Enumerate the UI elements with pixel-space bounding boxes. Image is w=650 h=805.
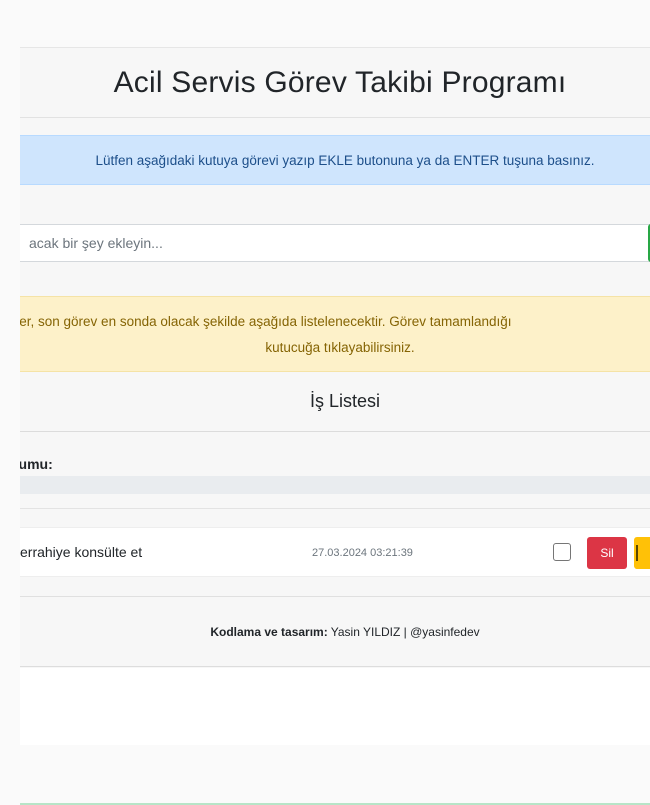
- warning-alert-line2: kutucuğa tıklayabilirsiniz.: [265, 340, 415, 355]
- footer-credit: Yasin YILDIZ | @yasinfedev: [330, 624, 480, 639]
- status-progress-bar: [20, 476, 650, 494]
- divider: [20, 508, 650, 509]
- page-title: Acil Servis Görev Takibi Programı: [113, 66, 567, 99]
- warning-alert: örevler, son görev en sonda olacak şekil…: [20, 296, 650, 372]
- task-text: i cerrahiye konsülte et: [20, 544, 143, 560]
- title-area: Acil Servis Görev Takibi Programı: [20, 48, 650, 118]
- info-alert: Lütfen aşağıdaki kutuya görevi yazıp EKL…: [20, 135, 650, 185]
- info-alert-text: Lütfen aşağıdaki kutuya görevi yazıp EKL…: [95, 152, 595, 168]
- status-label: durumu:: [20, 456, 53, 472]
- warning-alert-line1: örevler, son görev en sonda olacak şekil…: [20, 314, 512, 329]
- top-bar: [20, 0, 650, 48]
- task-input[interactable]: [20, 224, 650, 262]
- footer-label: Kodlama ve tasarım:: [210, 624, 328, 639]
- task-date: 27.03.2024 03:21:39: [312, 547, 413, 559]
- footer: Kodlama ve tasarım: Yasin YILDIZ | @yasi…: [20, 597, 650, 667]
- list-heading: İş Listesi: [309, 391, 381, 411]
- edit-icon: [636, 545, 644, 561]
- status-row: durumu:: [20, 432, 650, 476]
- task-row: i cerrahiye konsülte et 27.03.2024 03:21…: [20, 527, 650, 577]
- content-blank-area: [20, 668, 650, 745]
- list-heading-area: İş Listesi: [20, 372, 650, 432]
- page: Acil Servis Görev Takibi Programı Lütfen…: [0, 0, 650, 805]
- app-container: Acil Servis Görev Takibi Programı Lütfen…: [20, 0, 650, 745]
- task-complete-checkbox[interactable]: [553, 543, 571, 561]
- delete-button[interactable]: Sil: [587, 537, 627, 569]
- edit-button[interactable]: [634, 537, 650, 569]
